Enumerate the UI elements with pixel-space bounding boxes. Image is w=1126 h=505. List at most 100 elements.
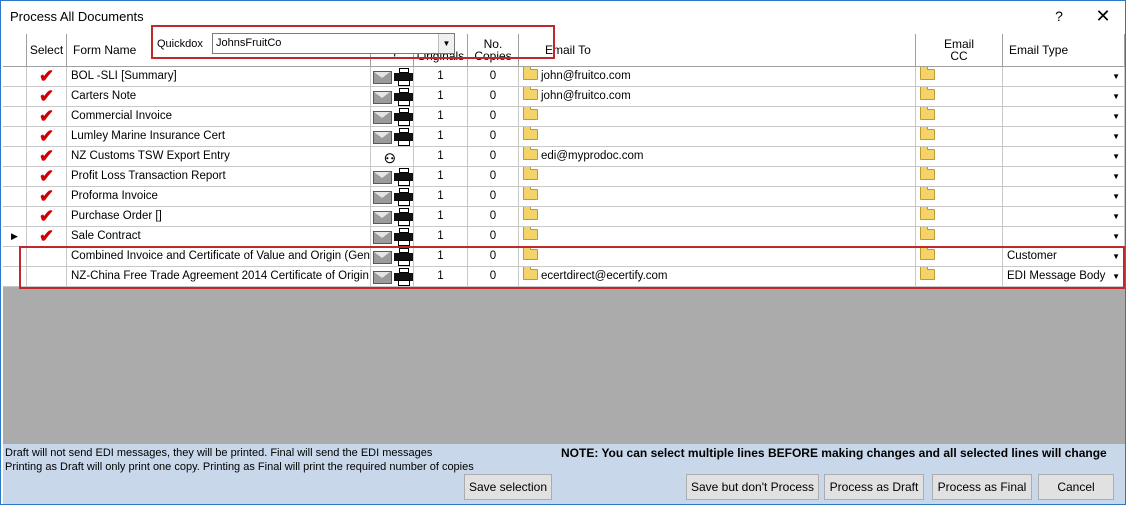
close-icon[interactable]: ✕: [1091, 5, 1115, 27]
email-cc-cell[interactable]: [916, 247, 1003, 267]
email-type-dropdown[interactable]: ▼: [1003, 167, 1125, 187]
process-final-button[interactable]: Process as Final: [932, 474, 1032, 500]
folder-icon[interactable]: [523, 207, 538, 220]
save-no-process-button[interactable]: Save but don't Process: [686, 474, 819, 500]
select-cell[interactable]: ✔: [27, 87, 67, 107]
table-row[interactable]: ✔ Lumley Marine Insurance Cert 1 0 ▼: [3, 127, 1125, 147]
form-name-cell[interactable]: BOL -SLI [Summary]: [67, 67, 371, 87]
network-icon[interactable]: ⚇: [384, 149, 396, 166]
chevron-down-icon[interactable]: ▼: [1112, 247, 1120, 266]
checkmark-icon[interactable]: ✔: [27, 147, 66, 166]
no-originals-cell[interactable]: 1: [414, 107, 468, 127]
row-indicator[interactable]: [3, 147, 27, 167]
output-cell[interactable]: [371, 207, 414, 227]
printer-icon[interactable]: [394, 68, 413, 86]
email-cc-cell[interactable]: [916, 67, 1003, 87]
printer-icon[interactable]: [394, 128, 413, 146]
output-cell[interactable]: [371, 107, 414, 127]
email-cc-cell[interactable]: [916, 127, 1003, 147]
email-cc-cell[interactable]: [916, 227, 1003, 247]
select-cell[interactable]: [27, 247, 67, 267]
no-originals-cell[interactable]: 1: [414, 127, 468, 147]
output-cell[interactable]: ⚇: [371, 147, 414, 167]
email-to-cell[interactable]: [519, 227, 916, 247]
folder-icon[interactable]: [523, 67, 538, 80]
select-cell[interactable]: ✔: [27, 207, 67, 227]
email-to-cell[interactable]: john@fruitco.com: [519, 87, 916, 107]
select-cell[interactable]: ✔: [27, 167, 67, 187]
email-to-cell[interactable]: [519, 107, 916, 127]
email-cc-cell[interactable]: [916, 167, 1003, 187]
checkmark-icon[interactable]: ✔: [27, 87, 66, 106]
printer-icon[interactable]: [394, 108, 413, 126]
checkmark-icon[interactable]: ✔: [27, 67, 66, 86]
select-cell[interactable]: [27, 267, 67, 287]
email-type-dropdown[interactable]: ▼: [1003, 147, 1125, 167]
folder-icon[interactable]: [920, 207, 935, 220]
table-row[interactable]: ✔ BOL -SLI [Summary] 1 0 john@fruitco.com ▼: [3, 67, 1125, 87]
output-cell[interactable]: [371, 167, 414, 187]
no-originals-cell[interactable]: 1: [414, 267, 468, 287]
chevron-down-icon[interactable]: ▼: [1112, 227, 1120, 246]
chevron-down-icon[interactable]: ▼: [438, 34, 454, 53]
email-cc-cell[interactable]: [916, 87, 1003, 107]
table-row[interactable]: Combined Invoice and Certificate of Valu…: [3, 247, 1125, 267]
email-icon[interactable]: [373, 251, 392, 264]
row-indicator[interactable]: ▶: [3, 227, 27, 247]
email-type-dropdown[interactable]: ▼: [1003, 207, 1125, 227]
checkmark-icon[interactable]: ✔: [27, 167, 66, 186]
email-type-dropdown[interactable]: ▼: [1003, 87, 1125, 107]
chevron-down-icon[interactable]: ▼: [1112, 207, 1120, 226]
no-originals-cell[interactable]: 1: [414, 207, 468, 227]
col-header-email-to[interactable]: Email To: [519, 34, 916, 67]
table-row[interactable]: ✔ NZ Customs TSW Export Entry ⚇ 1 0 edi@mypro…: [3, 147, 1125, 167]
email-type-dropdown[interactable]: Customer ▼: [1003, 247, 1125, 267]
select-cell[interactable]: ✔: [27, 107, 67, 127]
no-copies-cell[interactable]: 0: [468, 207, 519, 227]
table-row[interactable]: ✔ Proforma Invoice 1 0 ▼: [3, 187, 1125, 207]
col-header-select[interactable]: Select: [27, 34, 67, 67]
email-cc-cell[interactable]: [916, 267, 1003, 287]
email-type-dropdown[interactable]: EDI Message Body ▼: [1003, 267, 1125, 287]
printer-icon[interactable]: [394, 268, 413, 286]
chevron-down-icon[interactable]: ▼: [1112, 67, 1120, 86]
output-cell[interactable]: [371, 247, 414, 267]
no-originals-cell[interactable]: 1: [414, 187, 468, 207]
cancel-button[interactable]: Cancel: [1038, 474, 1114, 500]
table-row[interactable]: ▶ ✔ Sale Contract 1 0 ▼: [3, 227, 1125, 247]
col-header-email-type[interactable]: Email Type: [1003, 34, 1125, 67]
folder-icon[interactable]: [523, 147, 538, 160]
email-icon[interactable]: [373, 231, 392, 244]
folder-icon[interactable]: [523, 247, 538, 260]
checkmark-icon[interactable]: ✔: [27, 187, 66, 206]
folder-icon[interactable]: [920, 187, 935, 200]
email-to-cell[interactable]: [519, 127, 916, 147]
select-cell[interactable]: ✔: [27, 187, 67, 207]
no-originals-cell[interactable]: 1: [414, 67, 468, 87]
row-indicator[interactable]: [3, 107, 27, 127]
table-row[interactable]: ✔ Purchase Order [] 1 0 ▼: [3, 207, 1125, 227]
no-copies-cell[interactable]: 0: [468, 187, 519, 207]
email-type-dropdown[interactable]: ▼: [1003, 127, 1125, 147]
printer-icon[interactable]: [394, 208, 413, 226]
no-originals-cell[interactable]: 1: [414, 247, 468, 267]
email-to-cell[interactable]: edi@myprodoc.com: [519, 147, 916, 167]
output-cell[interactable]: [371, 87, 414, 107]
email-type-dropdown[interactable]: ▼: [1003, 187, 1125, 207]
folder-icon[interactable]: [523, 227, 538, 240]
checkmark-icon[interactable]: ✔: [27, 227, 66, 246]
email-to-cell[interactable]: [519, 207, 916, 227]
checkmark-icon[interactable]: ✔: [27, 127, 66, 146]
folder-icon[interactable]: [920, 167, 935, 180]
form-name-cell[interactable]: Sale Contract: [67, 227, 371, 247]
email-to-cell[interactable]: [519, 167, 916, 187]
select-cell[interactable]: ✔: [27, 127, 67, 147]
printer-icon[interactable]: [394, 168, 413, 186]
row-indicator[interactable]: [3, 267, 27, 287]
select-cell[interactable]: ✔: [27, 67, 67, 87]
form-name-cell[interactable]: Proforma Invoice: [67, 187, 371, 207]
form-name-cell[interactable]: NZ-China Free Trade Agreement 2014 Certi…: [67, 267, 371, 287]
col-header-email-cc[interactable]: Email CC: [916, 34, 1003, 67]
folder-icon[interactable]: [523, 267, 538, 280]
email-type-dropdown[interactable]: ▼: [1003, 227, 1125, 247]
